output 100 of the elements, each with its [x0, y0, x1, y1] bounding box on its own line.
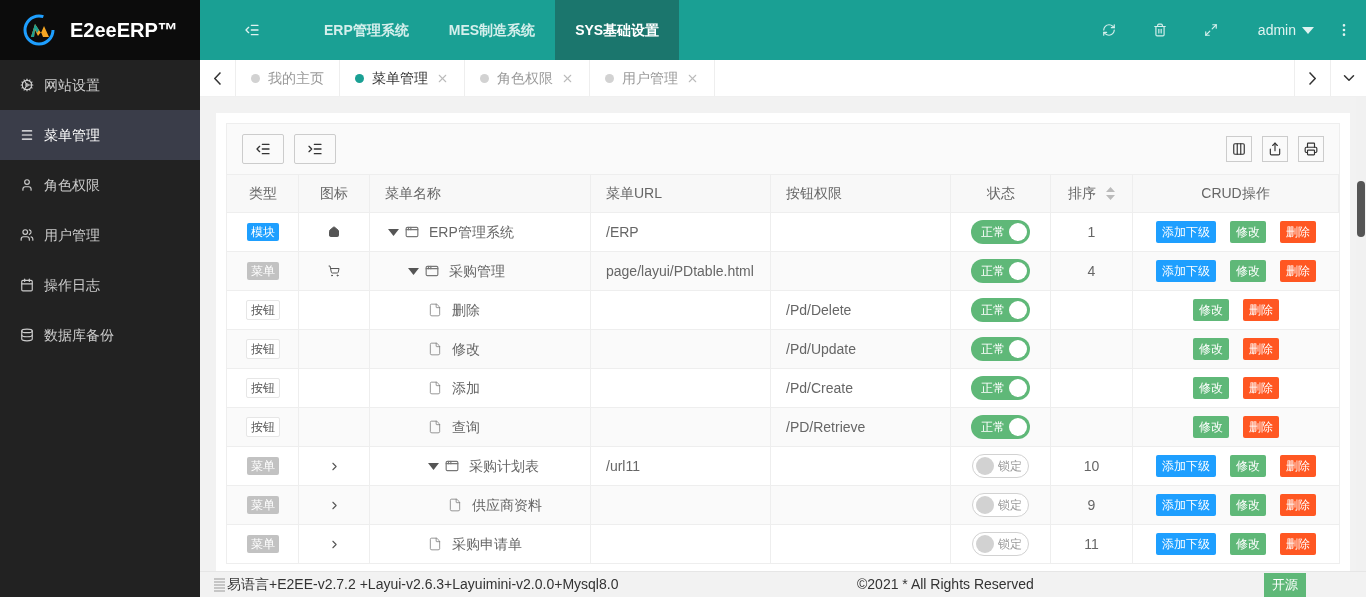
trash-icon[interactable]: [1152, 23, 1167, 37]
sidebar-item[interactable]: 网站设置: [0, 60, 200, 110]
sidebar-item[interactable]: 菜单管理: [0, 110, 200, 160]
file-icon: [428, 303, 442, 317]
delete-button[interactable]: 删除: [1280, 221, 1316, 243]
delete-button[interactable]: 删除: [1280, 533, 1316, 555]
table-cell-text: 10: [1083, 456, 1100, 476]
page-tab[interactable]: 我的主页: [236, 60, 340, 96]
column-header: CRUD操作: [1201, 184, 1270, 203]
file-icon: [448, 498, 462, 512]
page-tab[interactable]: 角色权限: [465, 60, 590, 96]
column-header: 按钮权限: [786, 184, 842, 203]
column-header: 图标: [320, 184, 348, 203]
edit-button[interactable]: 修改: [1230, 533, 1266, 555]
status-switch[interactable]: 正常: [971, 220, 1030, 244]
edit-button[interactable]: 修改: [1193, 416, 1229, 438]
edit-button[interactable]: 修改: [1230, 221, 1266, 243]
database-icon: [20, 328, 34, 342]
gears-icon: [20, 78, 34, 92]
refresh-icon[interactable]: [1101, 23, 1116, 37]
table-cell-text: 1: [1087, 222, 1096, 242]
status-switch[interactable]: 正常: [971, 259, 1030, 283]
print-button[interactable]: [1298, 136, 1324, 162]
delete-button[interactable]: 删除: [1280, 494, 1316, 516]
sort-icon[interactable]: [1106, 187, 1115, 200]
top-nav-tab[interactable]: ERP管理系统: [304, 0, 429, 60]
menu-name: 采购管理: [449, 261, 505, 281]
top-nav-tab[interactable]: MES制造系统: [428, 0, 556, 60]
table-cell-text: 9: [1087, 495, 1096, 515]
chevron-right-icon: [1309, 71, 1316, 85]
add-button[interactable]: 添加下级: [1156, 494, 1216, 516]
expand-all-button[interactable]: [294, 134, 336, 164]
page-tab[interactable]: 菜单管理: [340, 60, 465, 96]
outdent-icon: [255, 141, 271, 157]
copyright-text: ©2021 * All Rights Reserved: [857, 575, 1034, 594]
sidebar-item[interactable]: 操作日志: [0, 260, 200, 310]
delete-button[interactable]: 删除: [1280, 260, 1316, 282]
fullscreen-icon[interactable]: [1203, 23, 1218, 37]
sidebar-item[interactable]: 角色权限: [0, 160, 200, 210]
app-title: E2eeERP™: [70, 18, 178, 43]
top-nav-tab[interactable]: SYS基础设置: [555, 0, 680, 60]
scrollbar-thumb[interactable]: [1357, 181, 1365, 237]
edit-button[interactable]: 修改: [1193, 299, 1229, 321]
caret-down-icon[interactable]: [408, 267, 419, 275]
add-button[interactable]: 添加下级: [1156, 455, 1216, 477]
table-cell-text: /PD/Retrieve: [786, 417, 866, 437]
status-switch[interactable]: 锁定: [972, 454, 1029, 478]
caret-down-icon: [1302, 26, 1314, 34]
status-switch[interactable]: 锁定: [972, 532, 1029, 556]
file-icon: [428, 420, 442, 434]
file-icon: [428, 537, 442, 551]
edit-button[interactable]: 修改: [1230, 494, 1266, 516]
menu-toggle-icon[interactable]: [244, 22, 260, 38]
open-source-button[interactable]: 开源: [1264, 572, 1306, 597]
type-tag: 按钮: [245, 378, 280, 398]
type-tag: 菜单: [246, 535, 279, 553]
type-tag: 菜单: [246, 457, 279, 475]
table-cell-text: /Pd/Delete: [786, 300, 852, 320]
page-tab[interactable]: 用户管理: [590, 60, 715, 96]
delete-button[interactable]: 删除: [1243, 377, 1279, 399]
columns-button[interactable]: [1226, 136, 1252, 162]
delete-button[interactable]: 删除: [1243, 416, 1279, 438]
table-cell-text: 11: [1084, 534, 1099, 554]
export-icon: [1268, 142, 1282, 156]
columns-icon: [1232, 142, 1246, 156]
version-text: 易语言+E2EE-v2.7.2 +Layui-v2.6.3+Layuimini-v2.0.0+Mysql8.0: [227, 575, 620, 594]
add-button[interactable]: 添加下级: [1156, 221, 1216, 243]
window-icon: [425, 264, 439, 278]
edit-button[interactable]: 修改: [1230, 455, 1266, 477]
status-switch[interactable]: 正常: [971, 376, 1030, 400]
type-tag: 按钮: [245, 300, 280, 320]
add-button[interactable]: 添加下级: [1156, 533, 1216, 555]
table-cell-text: 4: [1087, 261, 1096, 281]
menu-name: 查询: [452, 417, 480, 437]
users-icon: [20, 228, 34, 242]
edit-button[interactable]: 修改: [1193, 338, 1229, 360]
status-switch[interactable]: 正常: [971, 337, 1030, 361]
status-switch[interactable]: 正常: [971, 298, 1030, 322]
add-button[interactable]: 添加下级: [1156, 260, 1216, 282]
table-cell-text: /ERP: [606, 222, 639, 242]
delete-button[interactable]: 删除: [1243, 299, 1279, 321]
user-menu[interactable]: admin: [1257, 19, 1314, 41]
type-tag: 菜单: [246, 262, 279, 280]
status-switch[interactable]: 正常: [971, 415, 1030, 439]
bars-icon: [20, 128, 34, 142]
status-switch[interactable]: 锁定: [972, 493, 1029, 517]
collapse-all-button[interactable]: [242, 134, 284, 164]
calendar-icon: [20, 278, 34, 292]
delete-button[interactable]: 删除: [1280, 455, 1316, 477]
export-button[interactable]: [1262, 136, 1288, 162]
edit-button[interactable]: 修改: [1193, 377, 1229, 399]
caret-down-icon[interactable]: [428, 462, 439, 470]
table-cell-text: /Pd/Update: [786, 339, 857, 359]
column-header: 状态: [986, 184, 1015, 203]
caret-down-icon[interactable]: [388, 228, 399, 236]
edit-button[interactable]: 修改: [1230, 260, 1266, 282]
sidebar-item[interactable]: 用户管理: [0, 210, 200, 260]
delete-button[interactable]: 删除: [1243, 338, 1279, 360]
logo-icon: [22, 13, 56, 47]
sidebar-item[interactable]: 数据库备份: [0, 310, 200, 360]
